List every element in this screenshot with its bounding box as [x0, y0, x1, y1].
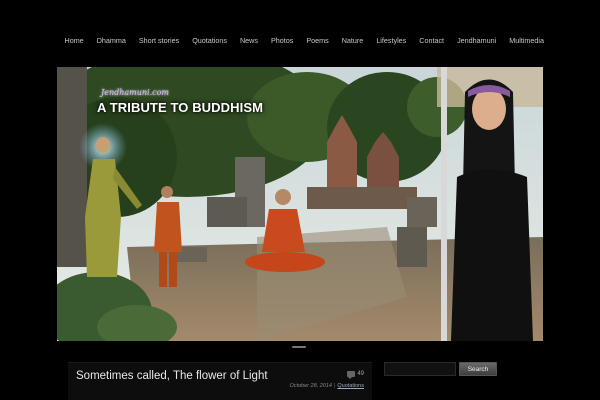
slider-indicator[interactable] — [292, 346, 306, 348]
banner-title: A TRIBUTE TO BUDDHISM — [97, 100, 264, 115]
search-input[interactable] — [384, 362, 456, 376]
search-button[interactable]: Search — [459, 362, 497, 376]
nav-item-contact[interactable]: Contact — [419, 34, 444, 48]
nav-item-nature[interactable]: Nature — [342, 34, 364, 48]
main-nav: Home Dhamma Short stories Quotations New… — [65, 34, 545, 48]
comment-icon — [347, 371, 356, 379]
nav-item-poems[interactable]: Poems — [306, 34, 328, 48]
nav-item-jendhamuni[interactable]: Jendhamuni — [457, 34, 496, 48]
meta-separator: | — [333, 383, 336, 389]
search-form: Search — [384, 362, 497, 376]
nav-item-short-stories[interactable]: Short stories — [139, 34, 179, 48]
header-banner[interactable]: Jendhamuni.com A TRIBUTE TO BUDDHISM — [57, 67, 543, 341]
post-category-link[interactable]: Quotations — [337, 383, 364, 389]
post-title-link[interactable]: Sometimes called, The flower of Light — [76, 370, 268, 382]
comment-count[interactable]: 49 — [347, 371, 364, 379]
post-date: October 28, 2014 — [289, 383, 332, 389]
nav-item-news[interactable]: News — [240, 34, 258, 48]
nav-item-dhamma[interactable]: Dhamma — [97, 34, 126, 48]
nav-item-quotations[interactable]: Quotations — [192, 34, 227, 48]
banner-site-name: Jendhamuni.com — [101, 88, 170, 97]
nav-item-home[interactable]: Home — [65, 34, 84, 48]
nav-item-lifestyles[interactable]: Lifestyles — [376, 34, 406, 48]
nav-item-multimedia[interactable]: Multimedia — [509, 34, 544, 48]
post-card: Sometimes called, The flower of Light 49… — [68, 362, 372, 400]
nav-item-photos[interactable]: Photos — [271, 34, 293, 48]
comment-count-value: 49 — [357, 371, 364, 377]
post-meta: October 28, 2014 | Quotations — [289, 383, 364, 389]
